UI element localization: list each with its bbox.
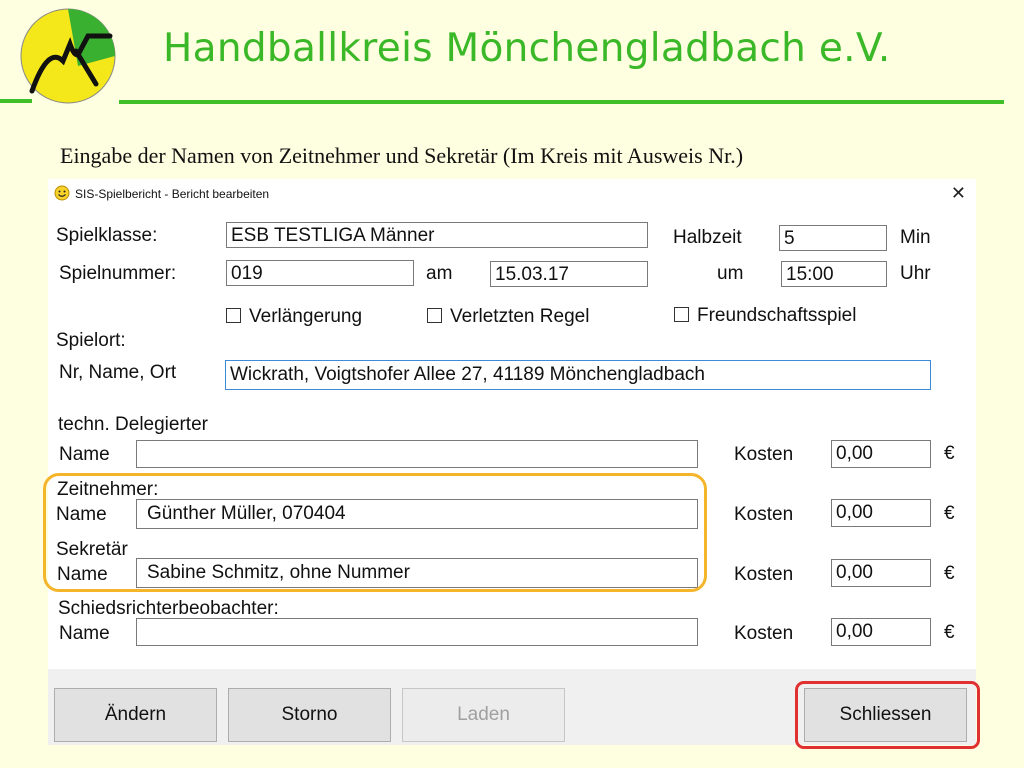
freundschaftsspiel-checkbox[interactable]: Freundschaftsspiel: [674, 305, 856, 327]
aendern-button[interactable]: Ändern: [54, 688, 217, 742]
header-divider-left: [0, 99, 32, 103]
smiley-icon: [54, 185, 70, 201]
laden-button[interactable]: Laden: [402, 688, 565, 742]
spielnummer-input[interactable]: 019: [226, 260, 414, 286]
time-input[interactable]: 15:00: [781, 261, 887, 287]
beobachter-kosten-label: Kosten: [734, 623, 794, 644]
zeitnehmer-kosten-input[interactable]: 0,00: [831, 499, 931, 527]
sekretaer-kosten-label: Kosten: [734, 564, 794, 585]
slide-caption: Eingabe der Namen von Zeitnehmer und Sek…: [60, 143, 744, 168]
spielnummer-label: Spielnummer:: [59, 263, 177, 284]
slide-title: Handballkreis Mönchengladbach e.V.: [163, 26, 891, 71]
beobachter-label: Schiedsrichterbeobachter:: [58, 598, 279, 619]
delegierter-kosten-input[interactable]: 0,00: [831, 440, 931, 468]
date-input[interactable]: 15.03.17: [490, 261, 648, 287]
spielort-input[interactable]: Wickrath, Voigtshofer Allee 27, 41189 Mö…: [225, 360, 931, 390]
euro-label: €: [944, 443, 955, 464]
euro-label: €: [944, 622, 955, 643]
checkbox-box[interactable]: [674, 307, 689, 322]
euro-label: €: [944, 563, 955, 584]
verletzten-regel-label: Verletzten Regel: [450, 306, 590, 327]
delegierter-name-input[interactable]: [136, 440, 698, 468]
storno-button[interactable]: Storno: [228, 688, 391, 742]
delegierter-label: techn. Delegierter: [58, 414, 208, 435]
zeitnehmer-sekretaer-highlight: [43, 473, 707, 592]
schliessen-highlight: [795, 681, 980, 749]
spielklasse-input[interactable]: ESB TESTLIGA Männer: [226, 222, 648, 248]
window-title: SIS-Spielbericht - Bericht bearbeiten: [75, 187, 270, 201]
verlaengerung-checkbox[interactable]: Verlängerung: [226, 306, 362, 328]
zeitnehmer-kosten-label: Kosten: [734, 504, 794, 525]
checkbox-box[interactable]: [226, 308, 241, 323]
uhr-label: Uhr: [900, 263, 931, 284]
verletzten-regel-checkbox[interactable]: Verletzten Regel: [427, 306, 589, 328]
halbzeit-label: Halbzeit: [673, 227, 742, 248]
sekretaer-kosten-input[interactable]: 0,00: [831, 559, 931, 587]
nr-name-ort-label: Nr, Name, Ort: [59, 362, 177, 383]
spielklasse-label: Spielklasse:: [56, 225, 158, 246]
beobachter-kosten-input[interactable]: 0,00: [831, 618, 931, 646]
um-label: um: [717, 263, 744, 284]
close-icon[interactable]: ✕: [951, 183, 966, 204]
freundschaftsspiel-label: Freundschaftsspiel: [697, 305, 857, 326]
am-label: am: [426, 263, 453, 284]
delegierter-name-label: Name: [59, 444, 110, 465]
delegierter-kosten-label: Kosten: [734, 444, 794, 465]
beobachter-name-label: Name: [59, 623, 110, 644]
header-divider-right: [119, 100, 1004, 104]
verlaengerung-label: Verlängerung: [249, 306, 363, 327]
handballkreis-logo: [20, 8, 116, 104]
checkbox-box[interactable]: [427, 308, 442, 323]
beobachter-name-input[interactable]: [136, 618, 698, 646]
halbzeit-input[interactable]: 5: [779, 225, 887, 251]
spielort-label: Spielort:: [56, 330, 126, 351]
min-label: Min: [900, 227, 931, 248]
window-titlebar: SIS-Spielbericht - Bericht bearbeiten ✕: [48, 179, 976, 209]
euro-label: €: [944, 503, 955, 524]
